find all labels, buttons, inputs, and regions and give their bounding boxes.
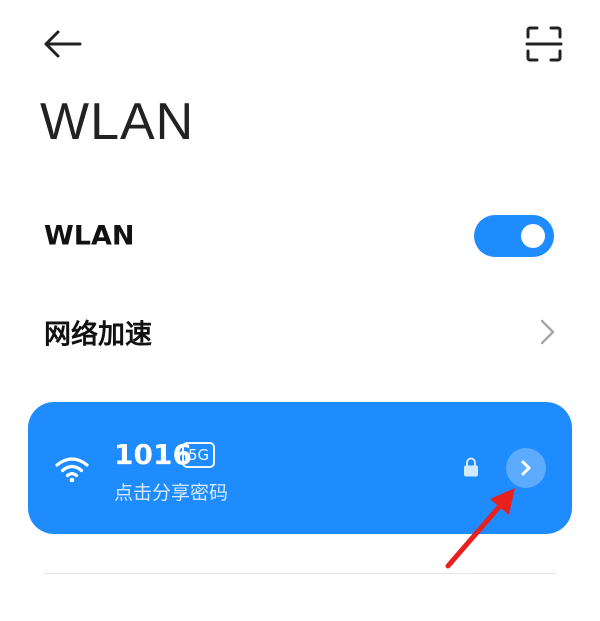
connected-network-card[interactable]: 1016 5G 点击分享密码	[28, 402, 572, 534]
wlan-settings-page: WLAN WLAN 网络加速 1016 5G 点击分享密码	[0, 0, 600, 621]
wlan-toggle-row[interactable]: WLAN	[0, 196, 600, 276]
divider	[44, 573, 556, 574]
band-badge: 5G	[182, 442, 216, 468]
wlan-toggle[interactable]	[474, 215, 554, 257]
share-password-hint: 点击分享密码	[114, 482, 229, 504]
wifi-icon	[55, 457, 89, 483]
toggle-knob	[521, 224, 545, 248]
network-detail-button[interactable]	[506, 448, 546, 488]
page-title: WLAN	[40, 93, 195, 151]
back-button[interactable]	[40, 26, 84, 62]
network-acceleration-row[interactable]: 网络加速	[0, 292, 600, 372]
chevron-right-icon	[521, 460, 531, 476]
scan-icon	[525, 26, 563, 62]
arrow-left-icon	[44, 30, 82, 58]
wlan-label: WLAN	[44, 220, 135, 252]
network-acceleration-label: 网络加速	[44, 319, 152, 351]
lock-icon	[464, 457, 478, 477]
top-bar	[0, 0, 600, 90]
network-name: 1016	[114, 438, 192, 471]
scan-button[interactable]	[524, 24, 564, 64]
chevron-right-icon	[540, 319, 555, 345]
